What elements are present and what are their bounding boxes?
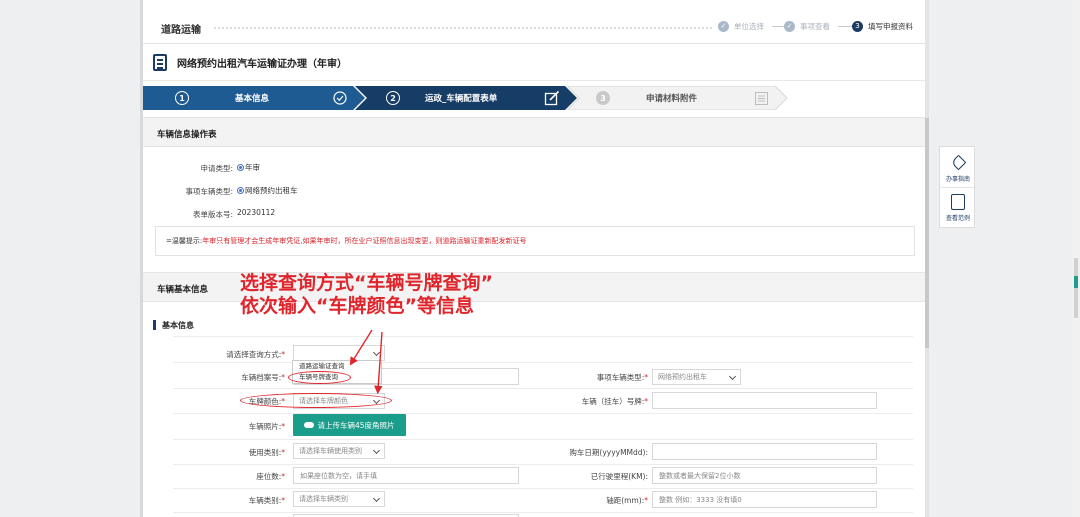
scrollbar-indicator [1074,276,1078,288]
window-scrollbar[interactable] [1072,0,1080,517]
scrollbar-thumb[interactable] [1074,258,1078,318]
annotation-arrows [349,329,383,395]
annotation-oval-plate-option [288,371,351,384]
side-float-panel: 办事指南 查看范例 [939,146,976,228]
document-icon [951,193,965,210]
guide-label: 办事指南 [945,176,970,183]
sample-button[interactable]: 查看范例 [940,187,976,227]
annotation-oval-plate-color [240,393,392,408]
tag-icon [950,154,966,171]
sample-label: 查看范例 [945,214,970,222]
guide-button[interactable]: 办事指南 [940,149,976,189]
